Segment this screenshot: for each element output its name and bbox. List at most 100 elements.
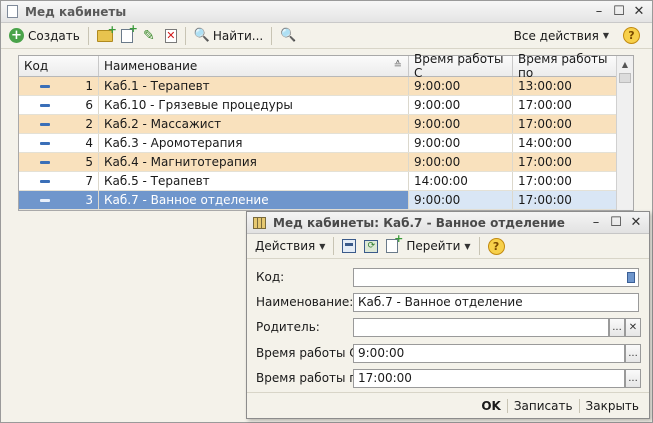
cell-to: 17:00:00: [513, 153, 617, 171]
dialog-titlebar[interactable]: Мед кабинеты: Каб.7 - Ванное отделение –…: [247, 212, 649, 234]
all-actions-menu[interactable]: Все действия ▼: [510, 25, 613, 47]
cell-from: 14:00:00: [409, 172, 513, 190]
code-field[interactable]: [353, 267, 639, 287]
cell-name: Каб.3 - Аромотерапия: [99, 134, 409, 152]
parent-field[interactable]: [353, 317, 609, 337]
item-icon: [40, 160, 50, 164]
detail-dialog: Мед кабинеты: Каб.7 - Ванное отделение –…: [246, 211, 650, 419]
cell-to: 13:00:00: [513, 77, 617, 95]
cell-from: 9:00:00: [409, 134, 513, 152]
close-button[interactable]: ✕: [630, 4, 648, 20]
reread-button[interactable]: ⟳: [360, 235, 382, 257]
to-choose-button[interactable]: ...: [625, 368, 641, 388]
scroll-up-icon[interactable]: ▲: [617, 56, 633, 73]
cell-name: Каб.7 - Ванное отделение: [99, 191, 409, 209]
chevron-down-icon: ▼: [602, 31, 609, 40]
dialog-title: Мед кабинеты: Каб.7 - Ванное отделение: [273, 215, 565, 230]
cell-name: Каб.1 - Терапевт: [99, 77, 409, 95]
new-document-icon: [386, 233, 403, 253]
minimize-button[interactable]: –: [590, 4, 608, 20]
goto-menu[interactable]: Перейти ▼: [402, 235, 474, 257]
actions-menu[interactable]: Действия ▼: [251, 235, 329, 257]
dialog-maximize-button[interactable]: ☐: [607, 215, 625, 231]
cell-to: 17:00:00: [513, 115, 617, 133]
to-field[interactable]: 17:00:00: [353, 368, 625, 388]
goto-label: Перейти: [406, 239, 461, 253]
table-row[interactable]: 7 Каб.5 - Терапевт 14:00:00 17:00:00: [19, 172, 633, 191]
delete-mark-icon: ✕: [164, 28, 177, 43]
cell-code: 2: [85, 117, 93, 131]
from-field[interactable]: 9:00:00: [353, 343, 625, 363]
main-titlebar[interactable]: Мед кабинеты – ☐ ✕: [1, 1, 652, 23]
dialog-footer: OK Записать Закрыть: [247, 392, 649, 418]
name-field[interactable]: Каб.7 - Ванное отделение: [353, 292, 639, 312]
vertical-scrollbar[interactable]: ▲: [616, 56, 633, 210]
toolbar-separator: [184, 26, 186, 45]
parent-choose-button[interactable]: ...: [609, 317, 625, 337]
table-header: Код Наименование ≙ Время работы С Время …: [19, 52, 633, 80]
cancel-search-button[interactable]: 🔍: [276, 25, 300, 47]
dialog-close-button[interactable]: ✕: [627, 215, 645, 231]
field-row-from: Время работы С: 9:00:00 ...: [247, 343, 649, 363]
save-icon: [342, 239, 357, 253]
close-dialog-button[interactable]: Закрыть: [580, 396, 645, 416]
dialog-help-button[interactable]: ?: [484, 235, 509, 257]
cell-to: 17:00:00: [513, 191, 617, 209]
column-header-to[interactable]: Время работы по: [513, 52, 617, 80]
help-icon: ?: [623, 27, 640, 44]
save-close-button[interactable]: [338, 235, 360, 257]
cell-code: 1: [85, 79, 93, 93]
save-button[interactable]: Записать: [508, 396, 579, 416]
cell-name: Каб.5 - Терапевт: [99, 172, 409, 190]
delete-button[interactable]: ✕: [161, 25, 181, 47]
edit-button[interactable]: ✎: [137, 25, 161, 47]
cell-to: 14:00:00: [513, 134, 617, 152]
create-button[interactable]: + Создать: [5, 25, 84, 47]
table-row[interactable]: 6 Каб.10 - Грязевые процедуры 9:00:00 17…: [19, 96, 633, 115]
table-row[interactable]: 1 Каб.1 - Терапевт 9:00:00 13:00:00: [19, 77, 633, 96]
table-icon: [253, 216, 266, 229]
cell-code: 3: [85, 193, 93, 207]
cell-from: 9:00:00: [409, 191, 513, 209]
table-body: 1 Каб.1 - Терапевт 9:00:00 13:00:00 6 Ка…: [19, 77, 633, 210]
chevron-down-icon: ▼: [319, 241, 326, 251]
table-row[interactable]: 5 Каб.4 - Магнитотерапия 9:00:00 17:00:0…: [19, 153, 633, 172]
table-row-selected[interactable]: 3 Каб.7 - Ванное отделение 9:00:00 17:00…: [19, 191, 633, 210]
add-folder-icon: [96, 24, 117, 42]
actions-label: Действия: [255, 239, 316, 253]
ok-button[interactable]: OK: [475, 396, 507, 416]
column-header-name[interactable]: Наименование ≙: [99, 56, 409, 76]
cell-code: 6: [85, 98, 93, 112]
help-button[interactable]: ?: [619, 25, 644, 47]
parent-label: Родитель:: [256, 320, 320, 334]
cell-from: 9:00:00: [409, 77, 513, 95]
parent-clear-button[interactable]: ✕: [625, 317, 641, 337]
item-icon: [40, 179, 50, 183]
from-choose-button[interactable]: ...: [625, 343, 641, 363]
column-header-from[interactable]: Время работы С: [409, 52, 513, 80]
cell-to: 17:00:00: [513, 96, 617, 114]
chevron-down-icon: ▼: [464, 241, 471, 251]
add-group-button[interactable]: [93, 24, 117, 47]
code-label: Код:: [256, 270, 285, 284]
toolbar-separator: [478, 237, 480, 255]
find-button[interactable]: 🔍 Найти...: [190, 25, 267, 47]
text-cursor-icon: [627, 271, 635, 283]
table-row[interactable]: 2 Каб.2 - Массажист 9:00:00 17:00:00: [19, 115, 633, 134]
table-row[interactable]: 4 Каб.3 - Аромотерапия 9:00:00 14:00:00: [19, 134, 633, 153]
copy-new-button[interactable]: [382, 233, 403, 257]
cell-code: 7: [85, 174, 93, 188]
main-toolbar: + Создать ✎ ✕ 🔍 Найти... 🔍 Все действия: [1, 23, 652, 49]
maximize-button[interactable]: ☐: [610, 4, 628, 20]
scroll-thumb[interactable]: [619, 73, 631, 83]
dialog-minimize-button[interactable]: –: [587, 215, 605, 231]
cell-code: 4: [85, 136, 93, 150]
plus-circle-icon: +: [9, 28, 24, 43]
cabinets-table[interactable]: Код Наименование ≙ Время работы С Время …: [18, 52, 634, 211]
search-disabled-icon: 🔍: [280, 28, 297, 43]
field-row-parent: Родитель: ... ✕: [247, 317, 649, 337]
column-header-code[interactable]: Код: [19, 56, 99, 76]
copy-button[interactable]: [117, 23, 138, 47]
sort-icon: ≙: [393, 60, 402, 71]
item-icon: [40, 103, 50, 107]
